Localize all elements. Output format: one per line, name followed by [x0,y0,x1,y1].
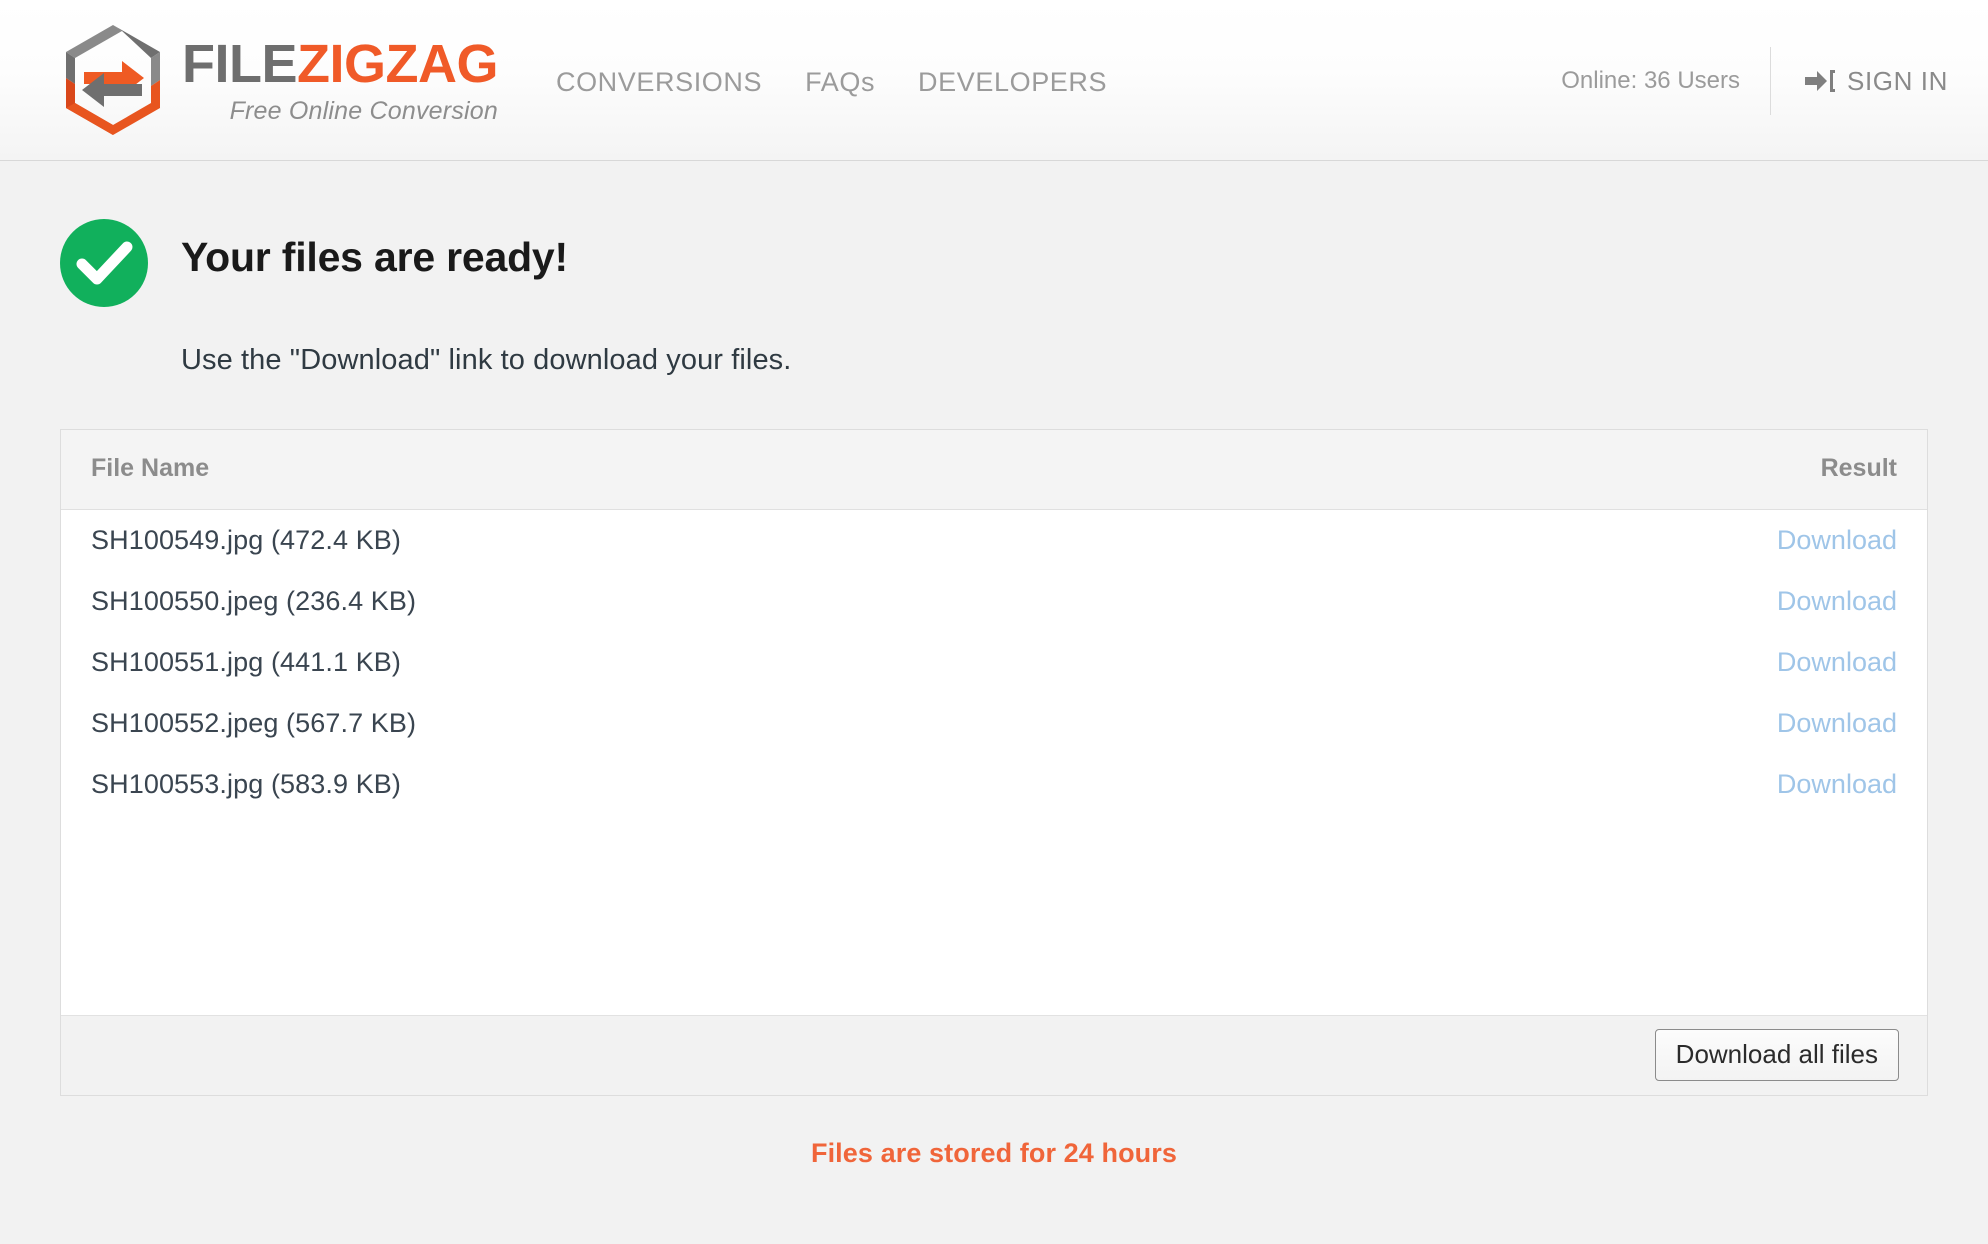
file-name-cell: SH100551.jpg (441.1 KB) [91,646,402,677]
brand-wordmark: FILEZIGZAG [182,37,498,91]
nav-item-developers[interactable]: DEVELOPERS [918,67,1107,98]
files-table-header-row: File Name Result [61,430,1927,510]
sign-in-button[interactable]: SIGN IN [1771,66,1988,97]
brand-tagline: Free Online Conversion [229,96,498,125]
storage-note: Files are stored for 24 hours [810,1137,1177,1168]
download-link[interactable]: Download [1777,525,1897,555]
result-cell: Download [1597,754,1927,815]
download-link[interactable]: Download [1777,647,1897,677]
brand-wordmark-file: FILE [182,33,298,94]
filezigzag-hexagon-recycle-logo-icon [66,25,160,135]
files-panel: File Name Result SH100549.jpg (472.4 KB)… [60,429,1928,1096]
page-title: Your files are ready! [181,234,568,280]
column-header-result: Result [1597,430,1927,510]
sign-in-arrow-icon [1805,70,1835,92]
file-name-cell: SH100549.jpg (472.4 KB) [91,524,402,555]
table-row: SH100553.jpg (583.9 KB) Download [61,754,1927,815]
files-table-header: File Name Result [61,430,1927,510]
download-link[interactable]: Download [1777,769,1897,799]
file-name-cell: SH100550.jpeg (236.4 KB) [91,585,417,616]
download-link[interactable]: Download [1777,586,1897,616]
download-link[interactable]: Download [1777,708,1897,738]
site-header: FILEZIGZAG Free Online Conversion CONVER… [0,0,1988,161]
brand-logo-link[interactable]: FILEZIGZAG Free Online Conversion [60,22,498,138]
nav-item-faqs[interactable]: FAQs [805,67,875,98]
column-header-file-name: File Name [61,430,1597,510]
sign-in-label: SIGN IN [1847,65,1948,96]
header-right-group: Online: 36 Users SIGN IN [1561,1,1988,161]
result-cell: Download [1597,693,1927,754]
status-block: Your files are ready! [60,161,1928,307]
download-all-files-button[interactable]: Download all files [1654,1029,1899,1081]
main-navigation: CONVERSIONS FAQs DEVELOPERS [556,67,1107,98]
table-row: SH100550.jpeg (236.4 KB) Download [61,571,1927,632]
table-row: SH100551.jpg (441.1 KB) Download [61,632,1927,693]
green-check-circle-icon [60,219,148,307]
page-content: Your files are ready! Use the "Download"… [0,161,1988,1169]
result-cell: Download [1597,571,1927,632]
result-cell: Download [1597,632,1927,693]
table-row: SH100549.jpg (472.4 KB) Download [61,509,1927,571]
nav-item-conversions[interactable]: CONVERSIONS [556,67,762,98]
status-subtitle: Use the "Download" link to download your… [181,344,792,376]
file-name-cell: SH100553.jpg (583.9 KB) [91,768,402,799]
files-table-body: SH100549.jpg (472.4 KB) Download SH10055… [61,509,1927,815]
file-name-cell: SH100552.jpeg (567.7 KB) [91,707,417,738]
files-table: File Name Result SH100549.jpg (472.4 KB)… [61,430,1927,815]
online-users-count: Online: 36 Users [1561,67,1740,94]
result-cell: Download [1597,509,1927,571]
files-panel-footer: Download all files [61,1014,1927,1095]
brand-wordmark-zigzag: ZIGZAG [297,33,498,94]
table-row: SH100552.jpeg (567.7 KB) Download [61,693,1927,754]
files-panel-empty-space [61,815,1927,1015]
